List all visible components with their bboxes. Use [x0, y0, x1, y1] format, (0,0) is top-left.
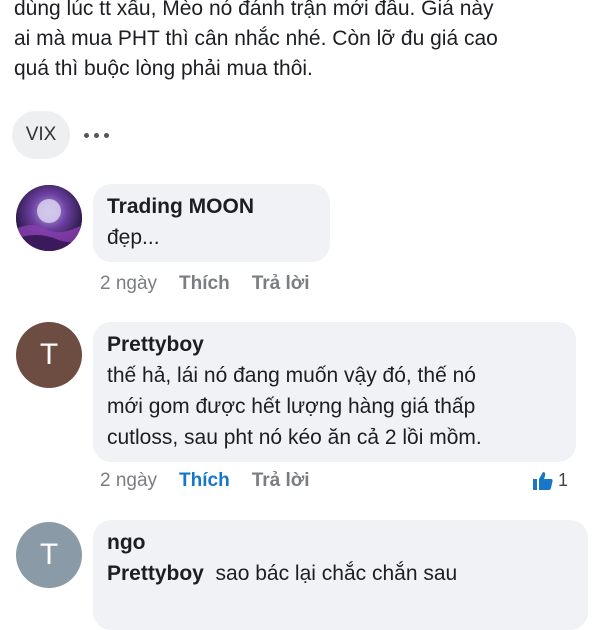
thumbs-up-icon — [533, 471, 553, 490]
avatar[interactable]: T — [16, 322, 82, 388]
comment-actions: 2 ngày Thích Trả lời — [100, 273, 310, 295]
comment-text-line: cutloss, sau pht nó kéo ăn cả 2 lồi mồm. — [107, 426, 482, 449]
post-text-line: ai mà mua PHT thì cân nhắc nhé. Còn lỡ đ… — [14, 27, 498, 50]
reply-button[interactable]: Trả lời — [252, 470, 310, 492]
tag-row: VIX — [12, 110, 109, 160]
avatar[interactable]: T — [16, 522, 82, 588]
comment-text: đẹp... — [107, 226, 160, 249]
comment-text-line: mới gom được hết lượng hàng giá thấp — [107, 395, 476, 418]
stock-tag-chip[interactable]: VIX — [12, 111, 70, 159]
reply-button[interactable]: Trả lời — [252, 273, 310, 295]
comment-author[interactable]: ngo — [107, 528, 574, 558]
comment-author[interactable]: Trading MOON — [107, 192, 316, 222]
comment-time: 2 ngày — [100, 470, 158, 491]
comment-bubble: ngo Prettyboy sao bác lại chắc chắn sau — [93, 520, 588, 630]
more-options-icon[interactable] — [84, 132, 109, 138]
like-button[interactable]: Thích — [179, 470, 230, 492]
comment-bubble: Trading MOON đẹp... — [93, 184, 330, 262]
comment-bubble: Prettyboy thế hả, lái nó đang muốn vậy đ… — [93, 322, 576, 462]
like-button[interactable]: Thích — [179, 273, 230, 295]
post-text: dùng lúc tt xấu, Mèo nó đánh trận mới đầ… — [14, 0, 594, 84]
mention-link[interactable]: Prettyboy — [107, 562, 204, 585]
comment-author[interactable]: Prettyboy — [107, 330, 562, 360]
post-text-line: quá thì buộc lòng phải mua thôi. — [14, 57, 313, 80]
comment-text-body: sao bác lại chắc chắn sau — [215, 562, 458, 585]
avatar-letter: T — [39, 538, 59, 571]
reaction-count[interactable]: 1 — [532, 470, 568, 491]
comment-text-line: thế hả, lái nó đang muốn vậy đó, thế nó — [107, 364, 476, 387]
comment-actions: 2 ngày Thích Trả lời — [100, 470, 310, 492]
post-text-line: dùng lúc tt xấu, Mèo nó đánh trận mới đầ… — [14, 0, 494, 20]
moon-avatar-icon — [16, 185, 82, 251]
comment-text: Prettyboy sao bác lại chắc chắn sau — [107, 558, 574, 589]
comment-time: 2 ngày — [100, 273, 158, 294]
reaction-number: 1 — [558, 470, 569, 490]
avatar[interactable] — [16, 185, 82, 251]
avatar-letter: T — [39, 338, 59, 371]
